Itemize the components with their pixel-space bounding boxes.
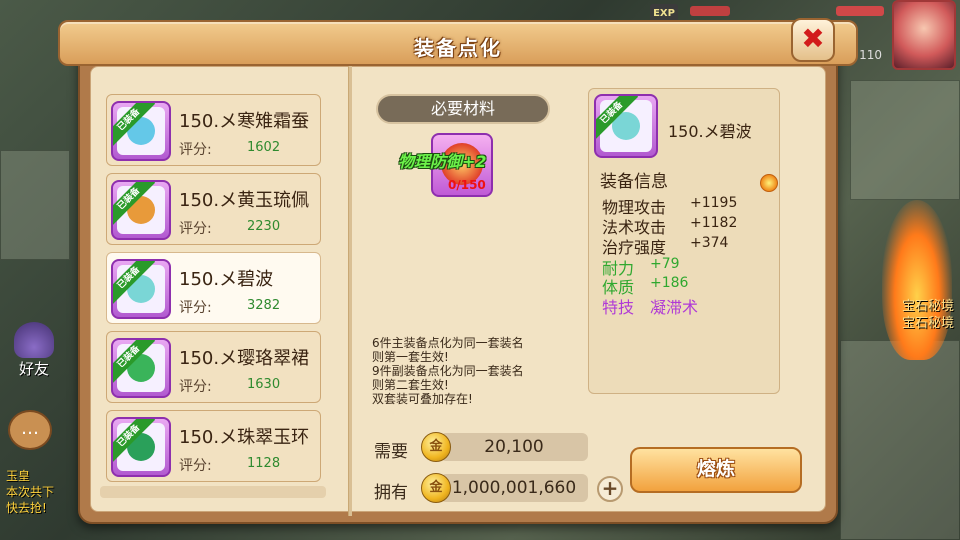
material-count: 0/150 (448, 178, 486, 192)
title-bar: 装备点化 (58, 20, 858, 66)
gold-coin-icon: 金 (421, 473, 451, 503)
add-gold-button[interactable]: + (597, 476, 623, 502)
friend-label: 好友 (18, 360, 49, 378)
player-avatar[interactable] (892, 0, 956, 70)
score-value: 2230 (247, 219, 281, 234)
socket-gem-icon[interactable] (760, 174, 778, 192)
map-label: 宝石秘境 (901, 316, 954, 331)
chat-line: 本次共下 (6, 485, 55, 499)
need-label: 需要 (374, 442, 408, 462)
score-label: 评分: (179, 142, 212, 158)
stat-value: +186 (650, 275, 689, 291)
item-name: 150.メ寒雉霜蚕 (179, 111, 310, 132)
mp-bar (836, 6, 884, 16)
list-item[interactable]: 已装备 150.メ璎珞翠裙 评分: 1630 (106, 331, 321, 403)
equipment-icon: 已装备 (111, 259, 171, 319)
player-level: 110 (859, 48, 882, 62)
friend-button[interactable]: 好友 (6, 322, 62, 388)
smelt-button[interactable]: 熔炼 (630, 447, 802, 493)
gold-coin-icon: 金 (421, 432, 451, 462)
material-label: 物理防御+2 (398, 152, 487, 171)
stat-value: +1195 (690, 195, 738, 211)
list-item-selected[interactable]: 已装备 150.メ碧波 评分: 3282 (106, 252, 321, 324)
bg-fire-effect (882, 200, 952, 360)
stat-name: 特技 (602, 298, 635, 317)
close-button[interactable]: ✖ (791, 18, 835, 62)
chat-bubble-icon[interactable]: … (8, 410, 52, 450)
stat-value: 凝滞术 (650, 298, 699, 317)
chat-line: 快去抢! (6, 501, 47, 515)
friend-hat-icon (14, 322, 54, 358)
item-name: 150.メ璎珞翠裙 (179, 348, 310, 369)
note-line: 则第二套生效! (372, 378, 449, 392)
score-label: 评分: (179, 300, 212, 316)
equipment-icon: 已装备 (111, 417, 171, 477)
bg-building (840, 340, 960, 540)
list-item[interactable]: 已装备 150.メ寒雉霜蚕 评分: 1602 (106, 94, 321, 166)
score-label: 评分: (179, 221, 212, 237)
equipment-icon: 已装备 (594, 94, 658, 158)
hp-bar (690, 6, 730, 16)
bg-building (0, 150, 70, 260)
score-value: 1128 (247, 456, 281, 471)
panel-divider (348, 66, 352, 516)
stat-value: +1182 (690, 215, 738, 231)
chat-line: 玉皇 (6, 469, 31, 483)
score-label: 评分: (179, 458, 212, 474)
list-item[interactable]: 已装备 150.メ珠翠玉环 评分: 1128 (106, 410, 321, 482)
list-item[interactable]: 已装备 150.メ黄玉琉佩 评分: 2230 (106, 173, 321, 245)
window-title: 装备点化 (414, 36, 502, 60)
score-value: 1630 (247, 377, 281, 392)
stat-value: +374 (690, 235, 729, 251)
bg-building (850, 80, 960, 200)
score-value: 1602 (247, 140, 281, 155)
list-scroll-bottom (100, 486, 326, 498)
item-name: 150.メ碧波 (179, 269, 274, 290)
stat-row: 特技 凝滞术 (602, 294, 698, 318)
equipment-icon: 已装备 (111, 338, 171, 398)
materials-banner: 必要材料 (376, 94, 550, 124)
equipment-list[interactable]: 已装备 150.メ寒雉霜蚕 评分: 1602 已装备 150.メ黄玉琉佩 评分:… (100, 84, 330, 498)
score-label: 评分: (179, 379, 212, 395)
chat-log: 玉皇 本次共下 快去抢! (6, 468, 54, 516)
stat-value: +79 (650, 256, 680, 272)
equipment-icon: 已装备 (111, 101, 171, 161)
info-item-name: 150.メ碧波 (668, 122, 752, 141)
item-name: 150.メ黄玉琉佩 (179, 190, 310, 211)
equipment-icon: 已装备 (111, 180, 171, 240)
note-line: 9件副装备点化为同一套装名 (372, 364, 524, 378)
have-label: 拥有 (374, 483, 408, 503)
need-amount: 20,100 (440, 433, 588, 461)
have-amount: 1,000,001,660 (440, 474, 588, 502)
info-header: 装备信息 (600, 172, 668, 192)
score-value: 3282 (247, 298, 281, 313)
note-line: 双套装可叠加存在! (372, 392, 473, 406)
item-name: 150.メ珠翠玉环 (179, 427, 310, 448)
note-line: 则第一套生效! (372, 350, 449, 364)
note-line: 6件主装备点化为同一套装名 (372, 336, 524, 350)
